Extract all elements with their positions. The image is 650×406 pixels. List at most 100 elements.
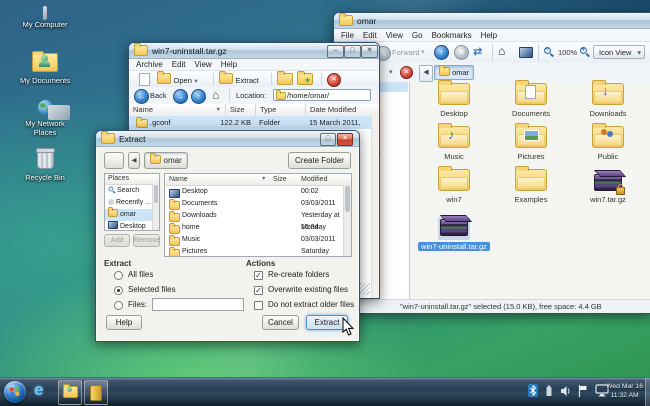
- place-omar-selected[interactable]: omar: [105, 209, 159, 221]
- breadcrumb-omar-button[interactable]: omar: [434, 65, 474, 80]
- file-icon-win7[interactable]: win7: [418, 169, 490, 211]
- back-label[interactable]: Back: [150, 91, 167, 100]
- add-folder-icon[interactable]: [277, 73, 293, 85]
- files-pattern-input[interactable]: [152, 298, 244, 311]
- radio-files[interactable]: [114, 301, 123, 310]
- collapse-path-icon[interactable]: ◀: [419, 65, 433, 82]
- menu-bookmarks[interactable]: Bookmarks: [432, 31, 472, 40]
- open-button[interactable]: Open ▾: [157, 73, 198, 85]
- close-button[interactable]: ✕: [337, 133, 353, 146]
- location-input[interactable]: /home/omar/: [273, 89, 371, 101]
- radio-all-files[interactable]: [114, 271, 123, 280]
- flag-icon[interactable]: [578, 385, 588, 397]
- menu-go[interactable]: Go: [412, 31, 423, 40]
- sidebar-mode-dropdown-icon[interactable]: ▾: [389, 68, 393, 76]
- menu-edit[interactable]: Edit: [363, 31, 377, 40]
- icon-view-area[interactable]: Desktop Documents ↓ Downloads ♪ Music: [410, 82, 650, 299]
- radio-label-all-files[interactable]: All files: [128, 270, 153, 279]
- vertical-scrollbar[interactable]: [371, 116, 379, 298]
- file-icon-examples[interactable]: Examples: [495, 169, 567, 211]
- stop-icon[interactable]: ✕: [454, 45, 469, 60]
- file-icon-downloads[interactable]: ↓ Downloads: [572, 83, 644, 125]
- column-header-type[interactable]: Type: [256, 104, 306, 116]
- menu-file[interactable]: File: [341, 31, 354, 40]
- stop-icon[interactable]: ✕: [327, 73, 341, 87]
- path-omar-button[interactable]: omar: [144, 152, 188, 169]
- file-icon-desktop[interactable]: Desktop: [418, 83, 490, 125]
- places-scrollbar[interactable]: [152, 184, 159, 230]
- bluetooth-icon[interactable]: [528, 384, 538, 397]
- list-item-downloads[interactable]: Downloads Yesterday at 16:34: [165, 210, 351, 222]
- add-place-button[interactable]: Add: [104, 234, 130, 247]
- taskbar-clock[interactable]: Wed Mar 16 11:32 AM: [606, 383, 643, 400]
- place-search[interactable]: Search: [105, 185, 159, 197]
- desktop-icon-my-computer[interactable]: My Computer: [13, 8, 77, 29]
- list-item-music[interactable]: Music 03/03/2011: [165, 234, 351, 246]
- menu-view[interactable]: View: [386, 31, 403, 40]
- checkbox-label-recreate[interactable]: Re-create folders: [268, 270, 329, 279]
- list-item-documents[interactable]: Documents 03/03/2011: [165, 198, 351, 210]
- maximize-button[interactable]: □: [344, 45, 361, 58]
- archive-titlebar[interactable]: win7-uninstall.tar.gz – □ ✕: [129, 43, 379, 59]
- remove-place-button[interactable]: Remove: [133, 234, 160, 247]
- chevron-down-icon[interactable]: ▾: [421, 48, 425, 56]
- show-desktop-button[interactable]: [645, 378, 650, 406]
- file-icon-public[interactable]: Public: [572, 126, 644, 168]
- place-recently-used[interactable]: Recently ...: [105, 197, 159, 209]
- menu-edit[interactable]: Edit: [172, 60, 186, 69]
- collapse-path-icon[interactable]: ◀: [128, 152, 140, 169]
- taskbar-item-file-manager[interactable]: [58, 380, 82, 405]
- menu-help[interactable]: Help: [221, 60, 237, 69]
- view-mode-select[interactable]: Icon View ▾: [593, 45, 645, 59]
- column-header-name[interactable]: Name: [169, 174, 188, 185]
- radio-selected-files[interactable]: [114, 286, 123, 295]
- desktop-icon-my-network-places[interactable]: My Network Places: [13, 100, 77, 137]
- table-row-gconf[interactable]: .gconf 122.2 KB Folder 15 March 2011, 23…: [129, 116, 372, 129]
- up-icon[interactable]: ↑: [191, 89, 206, 104]
- menu-view[interactable]: View: [194, 60, 211, 69]
- radio-label-files[interactable]: Files:: [128, 300, 147, 309]
- taskbar-item-archive-manager[interactable]: [84, 380, 108, 405]
- column-header-modified[interactable]: Date Modified: [306, 104, 379, 116]
- file-icon-documents[interactable]: Documents: [495, 83, 567, 125]
- radio-label-selected-files[interactable]: Selected files: [128, 285, 176, 294]
- computer-icon[interactable]: [519, 47, 533, 58]
- menu-archive[interactable]: Archive: [136, 60, 163, 69]
- home-icon[interactable]: ⌂: [498, 44, 505, 58]
- place-desktop[interactable]: Desktop: [105, 221, 159, 231]
- new-archive-icon[interactable]: [139, 73, 150, 86]
- file-icon-win7-uninstall-targz-selected[interactable]: win7-uninstall.tar.gz: [418, 212, 490, 254]
- file-manager-titlebar[interactable]: omar: [334, 13, 650, 29]
- zoom-in-icon[interactable]: +: [580, 47, 590, 57]
- minimize-button[interactable]: –: [327, 45, 344, 58]
- checkbox-recreate-folders-checked[interactable]: ✓: [254, 271, 263, 280]
- file-icon-win7-targz[interactable]: win7.tar.gz: [572, 169, 644, 211]
- column-header-name[interactable]: Name▼: [129, 104, 226, 116]
- list-item-home[interactable]: home Monday: [165, 222, 351, 234]
- column-header-size[interactable]: Size: [226, 104, 256, 116]
- extract-dialog-titlebar[interactable]: Extract □ ✕: [96, 131, 359, 147]
- desktop-icon-my-documents[interactable]: My Documents: [13, 53, 77, 85]
- maximize-button[interactable]: □: [320, 133, 336, 146]
- close-button[interactable]: ✕: [361, 45, 378, 58]
- zoom-out-icon[interactable]: −: [544, 47, 554, 57]
- places-header[interactable]: Places: [105, 174, 159, 185]
- list-item-pictures[interactable]: Pictures Saturday: [165, 246, 351, 257]
- column-header-size[interactable]: Size: [273, 174, 287, 185]
- file-icon-pictures[interactable]: Pictures: [495, 126, 567, 168]
- volume-icon[interactable]: [560, 385, 571, 397]
- menu-help[interactable]: Help: [481, 31, 497, 40]
- checkbox-label-overwrite[interactable]: Overwrite existing files: [268, 285, 348, 294]
- cancel-button[interactable]: Cancel: [262, 315, 299, 330]
- column-header-modified[interactable]: Modified: [301, 174, 327, 185]
- checkbox-label-no-older[interactable]: Do not extract older files: [268, 300, 354, 309]
- extract-toolbar-button[interactable]: Extract: [219, 73, 259, 85]
- internet-explorer-icon[interactable]: e: [34, 380, 43, 400]
- battery-icon[interactable]: [545, 385, 553, 397]
- help-button[interactable]: Help: [106, 315, 142, 330]
- home-icon[interactable]: ⌂: [212, 88, 219, 102]
- back-icon[interactable]: ←: [134, 89, 149, 104]
- checkbox-no-older-unchecked[interactable]: [254, 301, 263, 310]
- up-icon[interactable]: ↑: [434, 45, 449, 60]
- file-icon-music[interactable]: ♪ Music: [418, 126, 490, 168]
